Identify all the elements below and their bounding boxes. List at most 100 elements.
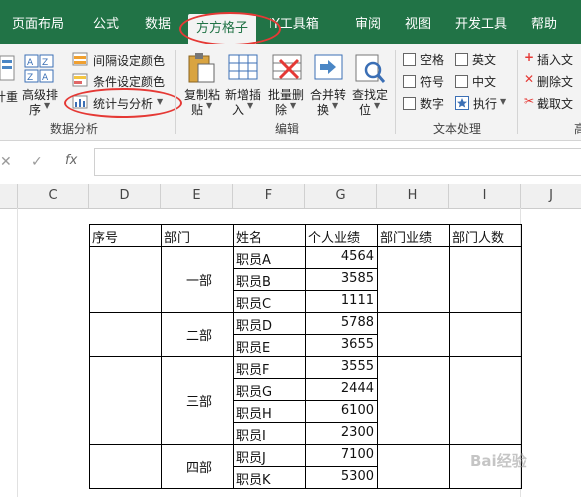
watermark-text: Bai经验 <box>470 452 527 470</box>
checkbox-chinese-label: 中文 <box>472 75 497 89</box>
tab-page-layout[interactable]: 页面布局 <box>12 0 64 44</box>
checkbox-symbol[interactable] <box>403 75 416 88</box>
employee-name-cell[interactable]: 职员H <box>236 403 272 422</box>
table-border <box>233 290 378 291</box>
score-cell[interactable]: 3555 <box>306 359 374 374</box>
advanced-sort-icon: A Z Z A <box>24 54 54 83</box>
ribbon-separator <box>395 50 396 134</box>
score-cell[interactable]: 3585 <box>306 271 374 286</box>
employee-name-cell[interactable]: 职员I <box>236 425 266 444</box>
cancel-icon[interactable]: ✕ <box>0 154 12 170</box>
interval-color-button[interactable]: 间隔设定颜色 <box>93 52 165 69</box>
table-border <box>89 356 522 357</box>
interval-color-icon <box>72 52 88 66</box>
employee-name-cell[interactable]: 职员C <box>236 293 271 312</box>
score-cell[interactable]: 2300 <box>306 425 374 440</box>
conditional-color-button[interactable]: 条件设定颜色 <box>93 73 165 90</box>
column-header-e[interactable]: E <box>161 184 233 208</box>
department-cell[interactable]: 四部 <box>186 457 212 476</box>
table-header-index[interactable]: 序号 <box>92 227 118 246</box>
tab-help[interactable]: 帮助 <box>531 0 557 44</box>
column-header-partial[interactable] <box>0 184 18 208</box>
department-cell[interactable]: 二部 <box>186 325 212 344</box>
partial-button-label[interactable]: 计重 <box>0 88 18 105</box>
employee-name-cell[interactable]: 职员D <box>236 315 272 334</box>
table-border <box>233 422 378 423</box>
svg-text:Z: Z <box>27 73 33 83</box>
checkbox-symbol-label: 符号 <box>420 75 445 89</box>
checkbox-english[interactable] <box>455 53 468 66</box>
table-header-dept-count[interactable]: 部门人数 <box>452 227 504 246</box>
table-border <box>89 444 522 445</box>
right-group-label: 高 <box>574 122 581 136</box>
score-cell[interactable]: 6100 <box>306 403 374 418</box>
employee-name-cell[interactable]: 职员J <box>236 447 266 466</box>
column-header-i[interactable]: I <box>449 184 521 208</box>
advanced-sort-label2[interactable]: 序 <box>29 101 41 118</box>
find-locate-label2[interactable]: 位 <box>359 101 371 118</box>
tab-fangfanggezi[interactable]: 方方格子 <box>188 14 257 44</box>
score-cell[interactable]: 5788 <box>306 315 374 330</box>
table-insert-icon <box>228 54 258 80</box>
checkbox-number[interactable] <box>403 97 416 110</box>
column-header-g[interactable]: G <box>305 184 377 208</box>
checkbox-number-label: 数字 <box>420 97 445 111</box>
column-header-bar: C D E F G H I J <box>0 184 581 209</box>
tab-developer[interactable]: 开发工具 <box>455 0 507 44</box>
checkbox-space[interactable] <box>403 53 416 66</box>
checkbox-english-label: 英文 <box>472 53 497 67</box>
column-header-c[interactable]: C <box>18 184 89 208</box>
checkbox-chinese[interactable] <box>455 75 468 88</box>
tab-diy-toolbox[interactable]: DIY工具箱 <box>270 0 332 44</box>
table-header-department[interactable]: 部门 <box>164 227 190 246</box>
column-header-j[interactable]: J <box>521 184 581 208</box>
score-cell[interactable]: 3655 <box>306 337 374 352</box>
column-header-h[interactable]: H <box>377 184 449 208</box>
employee-name-cell[interactable]: 职员B <box>236 271 271 290</box>
chevron-down-icon: ▼ <box>500 97 507 106</box>
score-cell[interactable]: 4564 <box>306 249 374 264</box>
score-cell[interactable]: 2444 <box>306 381 374 396</box>
column-header-f[interactable]: F <box>233 184 305 208</box>
insert-text-button[interactable]: 插入文 <box>537 51 573 68</box>
employee-name-cell[interactable]: 职员A <box>236 249 271 268</box>
table-border <box>89 488 522 489</box>
stats-analysis-icon <box>72 95 88 109</box>
column-header-d[interactable]: D <box>89 184 161 208</box>
employee-name-cell[interactable]: 职员K <box>236 469 271 488</box>
table-border <box>89 312 522 313</box>
chevron-down-icon: ▼ <box>374 101 381 110</box>
score-cell[interactable]: 1111 <box>306 293 374 308</box>
partial-button-icon <box>0 55 15 81</box>
execute-button[interactable]: 执行 <box>473 95 497 112</box>
score-cell[interactable]: 7100 <box>306 447 374 462</box>
department-cell[interactable]: 三部 <box>186 391 212 410</box>
delete-text-button[interactable]: 删除文 <box>537 73 573 90</box>
table-header-personal-score[interactable]: 个人业绩 <box>308 227 360 246</box>
cut-text-button[interactable]: 截取文 <box>537 95 573 112</box>
batch-delete-label2[interactable]: 除 <box>275 101 287 118</box>
new-insert-label2[interactable]: 入 <box>232 101 244 118</box>
confirm-check-icon[interactable]: ✓ <box>31 154 43 170</box>
employee-name-cell[interactable]: 职员G <box>236 381 272 400</box>
cut-text-icon: ✂ <box>524 94 535 108</box>
copy-paste-label2[interactable]: 贴 <box>191 101 203 118</box>
table-border <box>233 334 378 335</box>
stats-analysis-button[interactable]: 统计与分析 <box>93 95 153 112</box>
tab-review[interactable]: 审阅 <box>355 0 381 44</box>
employee-name-cell[interactable]: 职员E <box>236 337 270 356</box>
checkbox-space-label: 空格 <box>420 53 445 67</box>
table-header-name[interactable]: 姓名 <box>236 227 262 246</box>
employee-name-cell[interactable]: 职员F <box>236 359 269 378</box>
tab-view[interactable]: 视图 <box>405 0 431 44</box>
table-header-dept-score[interactable]: 部门业绩 <box>380 227 432 246</box>
score-cell[interactable]: 5300 <box>306 469 374 484</box>
department-cell[interactable]: 一部 <box>186 270 212 289</box>
table-border <box>233 378 378 379</box>
function-fx-icon[interactable]: fx <box>65 153 77 168</box>
merge-convert-label2[interactable]: 换 <box>317 101 329 118</box>
tab-formulas[interactable]: 公式 <box>93 0 119 44</box>
formula-input[interactable] <box>94 148 581 176</box>
text-processing-group-label: 文本处理 <box>433 122 482 136</box>
tab-data[interactable]: 数据 <box>145 0 171 44</box>
